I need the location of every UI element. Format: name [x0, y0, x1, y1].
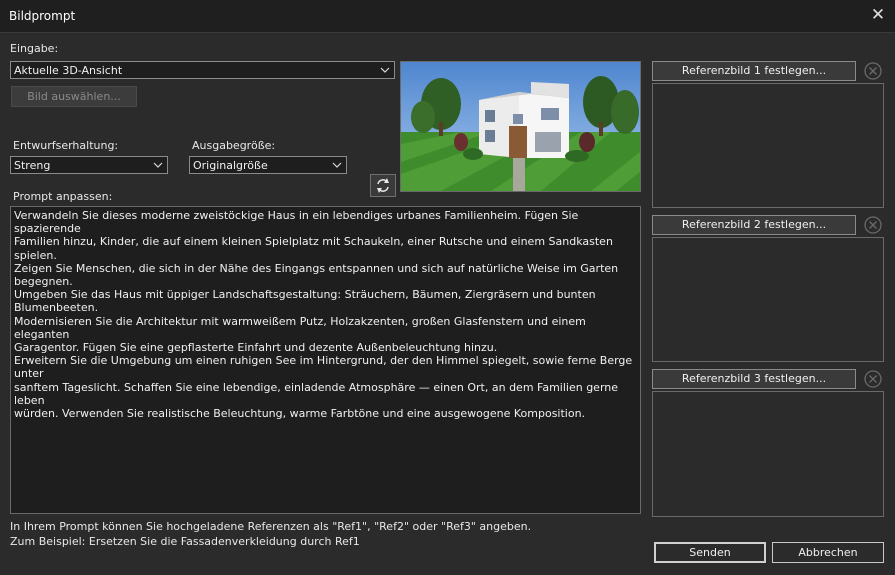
close-icon: ✕ — [870, 5, 886, 25]
reference-2-image-slot — [652, 237, 884, 362]
clear-reference-1-icon[interactable] — [863, 61, 883, 81]
reference-hint-text: In Ihrem Prompt können Sie hochgeladene … — [10, 520, 532, 533]
input-label: Eingabe: — [10, 42, 59, 55]
prompt-label: Prompt anpassen: — [13, 190, 113, 203]
output-size-value: Originalgröße — [193, 159, 268, 172]
clear-reference-3-icon[interactable] — [863, 369, 883, 389]
input-source-select[interactable]: Aktuelle 3D-Ansicht — [10, 61, 395, 79]
send-button[interactable]: Senden — [654, 542, 766, 563]
design-retention-label: Entwurfserhaltung: — [13, 139, 119, 152]
close-button[interactable]: ✕ — [861, 0, 895, 32]
set-reference-2-button[interactable]: Referenzbild 2 festlegen... — [652, 215, 856, 235]
output-size-label: Ausgabegröße: — [192, 139, 276, 152]
input-source-value: Aktuelle 3D-Ansicht — [14, 64, 123, 77]
chevron-down-icon — [332, 162, 342, 168]
design-retention-select[interactable]: Streng — [10, 156, 168, 174]
chevron-down-icon — [380, 67, 390, 73]
set-reference-1-button[interactable]: Referenzbild 1 festlegen... — [652, 61, 856, 81]
window-title: Bildprompt — [9, 9, 76, 23]
design-retention-value: Streng — [14, 159, 51, 172]
house-preview-illustration — [401, 62, 640, 191]
prompt-textarea[interactable]: Verwandeln Sie dieses moderne zweistöcki… — [10, 206, 641, 514]
refresh-icon — [377, 178, 389, 193]
preview-image — [400, 61, 641, 192]
reference-3-image-slot — [652, 391, 884, 517]
title-bar: Bildprompt ✕ — [0, 0, 895, 33]
set-reference-3-button[interactable]: Referenzbild 3 festlegen... — [652, 369, 856, 389]
clear-reference-2-icon[interactable] — [863, 215, 883, 235]
chevron-down-icon — [153, 162, 163, 168]
refresh-preview-button[interactable] — [370, 174, 396, 197]
reference-1-image-slot — [652, 83, 884, 208]
reference-example-text: Zum Beispiel: Ersetzen Sie die Fassadenv… — [10, 535, 360, 548]
cancel-button[interactable]: Abbrechen — [772, 542, 884, 563]
select-image-button[interactable]: Bild auswählen... — [11, 86, 137, 107]
output-size-select[interactable]: Originalgröße — [189, 156, 347, 174]
